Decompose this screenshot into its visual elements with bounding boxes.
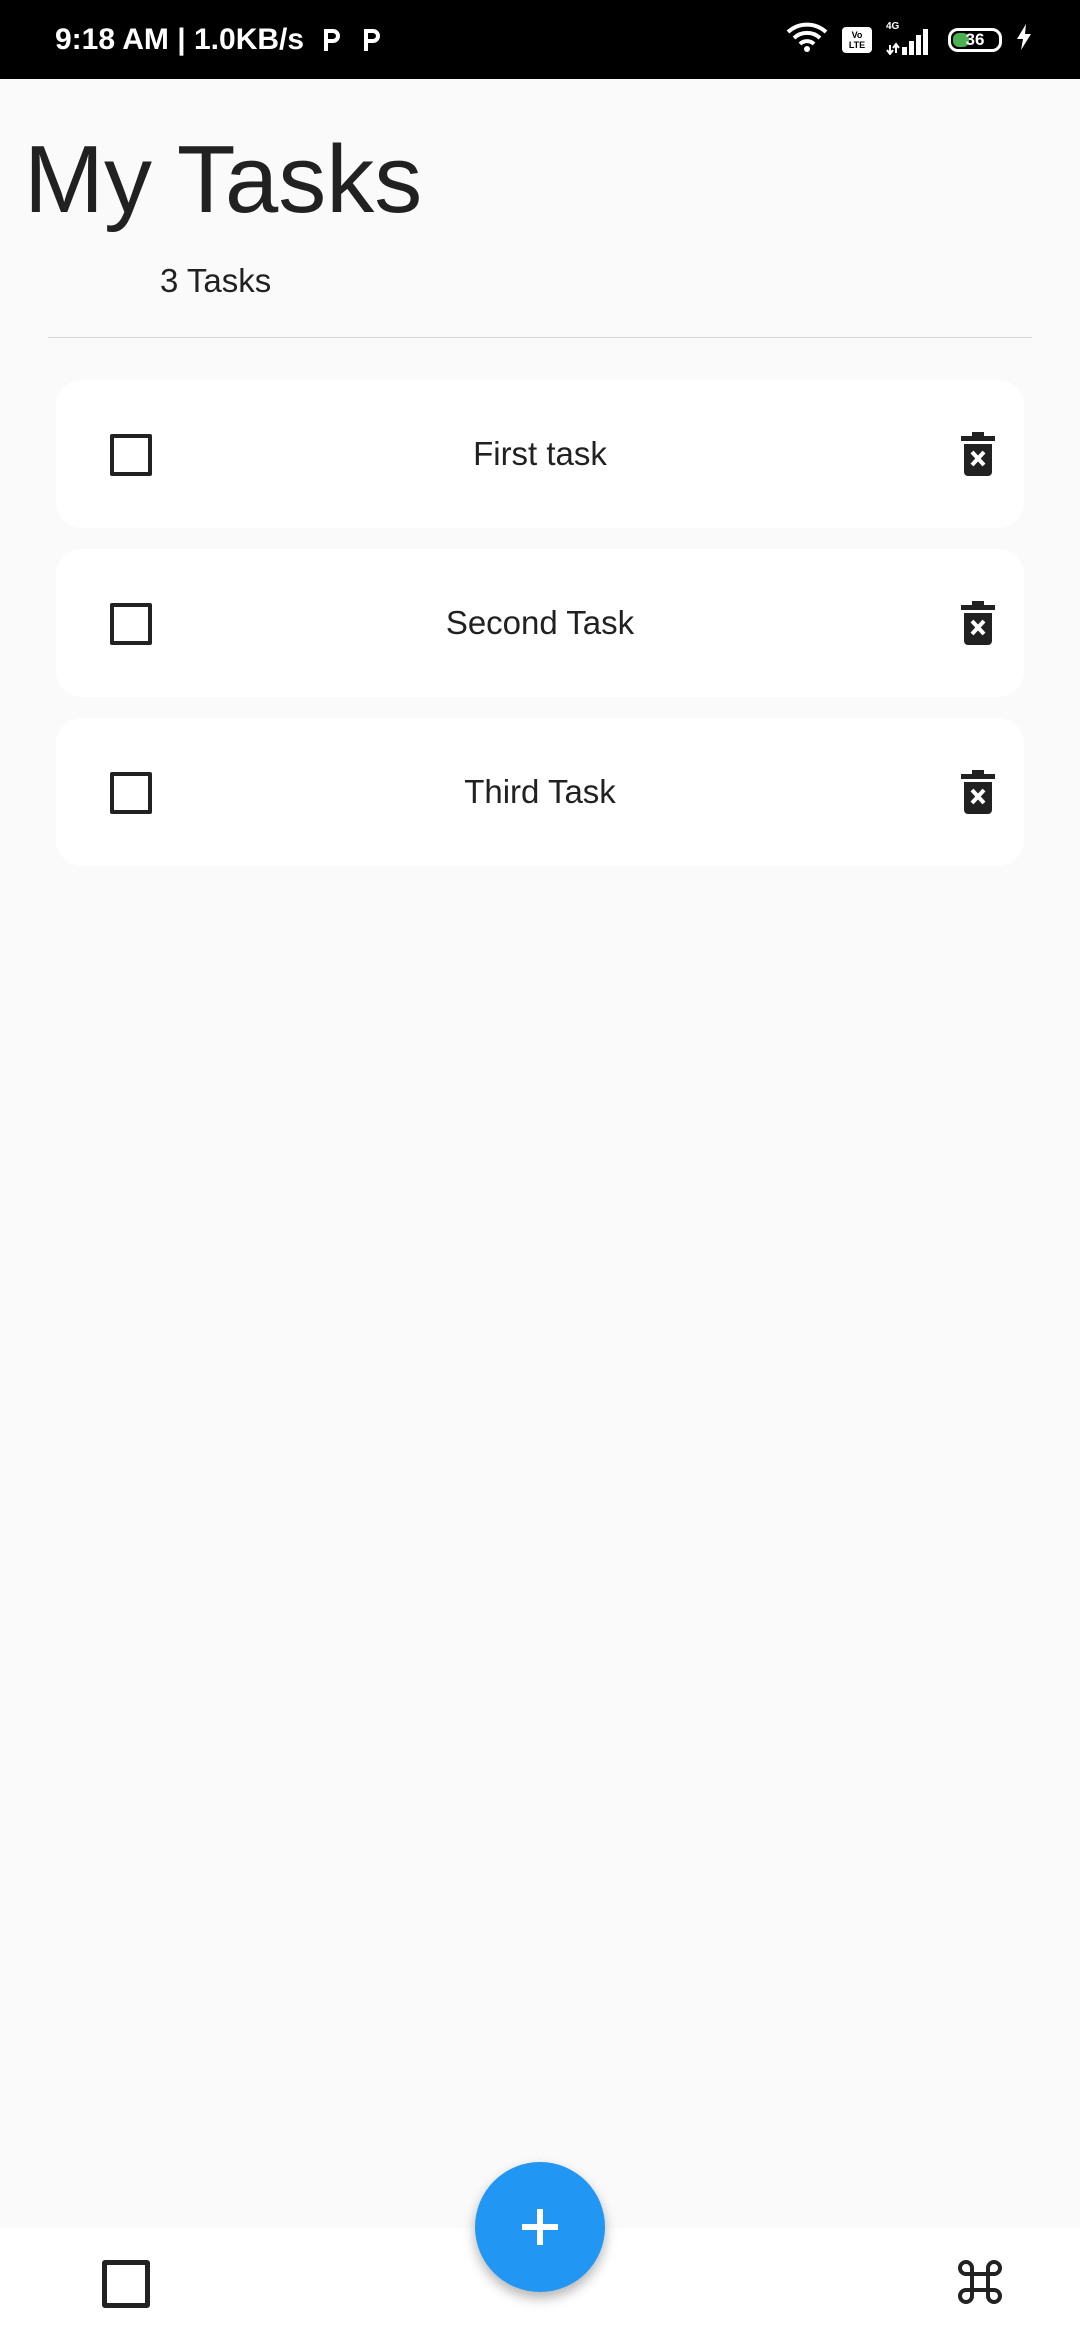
delete-task-button[interactable]	[958, 430, 998, 478]
delete-task-button[interactable]	[958, 768, 998, 816]
wifi-icon	[786, 22, 828, 57]
delete-forever-icon	[961, 432, 995, 476]
status-left: 9:18 AM | 1.0KB/s	[55, 0, 384, 79]
status-right: Vo LTE 4G 36	[786, 0, 1032, 79]
task-card: Third Task	[56, 718, 1024, 866]
page-title: My Tasks	[24, 126, 423, 233]
notification-p-icon	[318, 25, 344, 55]
volte-top-label: Vo	[851, 29, 863, 40]
task-card: Second Task	[56, 549, 1024, 697]
add-task-button[interactable]	[475, 2162, 605, 2292]
volte-icon: Vo LTE	[842, 26, 872, 53]
battery-level: 36	[965, 29, 985, 49]
task-list: First task Second Task Third Task	[56, 380, 1024, 887]
charging-icon	[1016, 24, 1032, 55]
delete-task-button[interactable]	[958, 599, 998, 647]
plus-icon	[522, 2209, 558, 2245]
battery-icon: 36	[948, 27, 1002, 52]
notification-p-icon	[358, 25, 384, 55]
volte-bottom-label: LTE	[848, 39, 866, 50]
task-card: First task	[56, 380, 1024, 528]
header-divider	[48, 337, 1032, 338]
signal-icon: 4G	[886, 21, 934, 55]
task-count: 3 Tasks	[160, 262, 272, 299]
checkbox-outline-icon[interactable]	[102, 2260, 150, 2308]
delete-forever-icon	[961, 770, 995, 814]
status-bar: 9:18 AM | 1.0KB/s Vo LTE 4G 36	[0, 0, 1080, 79]
task-title: First task	[473, 435, 607, 472]
task-title: Third Task	[464, 773, 616, 810]
delete-forever-icon	[961, 601, 995, 645]
task-title: Second Task	[445, 604, 635, 641]
status-time-speed: 9:18 AM | 1.0KB/s	[55, 22, 305, 56]
command-icon[interactable]	[950, 2252, 1010, 2312]
